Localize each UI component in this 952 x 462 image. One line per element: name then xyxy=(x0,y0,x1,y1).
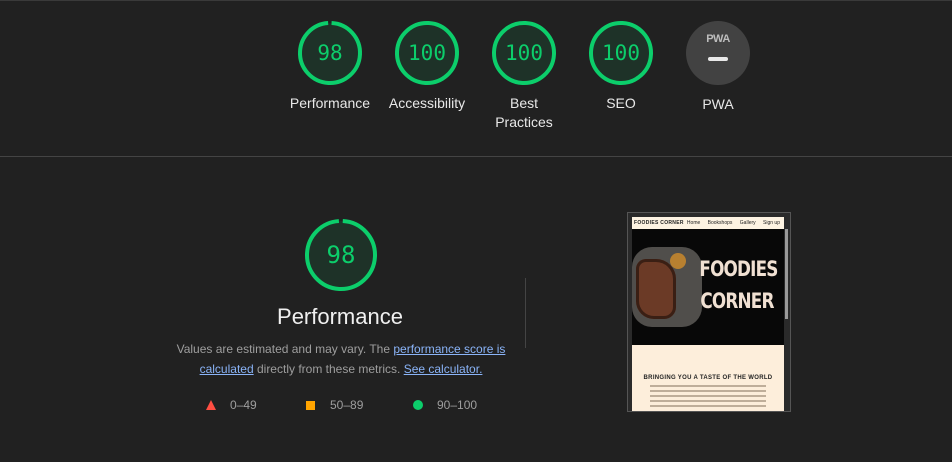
gauge-ring: 100 xyxy=(588,20,654,86)
section-divider xyxy=(0,156,952,157)
gauge-label: PWA xyxy=(702,96,734,112)
legend-range: 0–49 xyxy=(230,398,257,412)
circle-icon xyxy=(413,400,423,410)
gauge-ring: 98 xyxy=(297,20,363,86)
thumbnail-scrollbar xyxy=(785,229,788,319)
vertical-separator xyxy=(525,278,526,348)
text-line xyxy=(650,400,766,402)
gauge-pwa[interactable]: PWA PWA xyxy=(663,20,773,114)
thumbnail-body: BRINGING YOU A TASTE OF THE WORLD xyxy=(632,345,784,411)
description-text: directly from these metrics. xyxy=(253,362,404,376)
gauge-score: 98 xyxy=(317,41,343,65)
gauge-score: 100 xyxy=(408,41,446,65)
square-icon xyxy=(306,401,315,410)
legend-range: 50–89 xyxy=(330,398,364,412)
performance-score: 98 xyxy=(326,241,356,269)
gauge-label: Performance xyxy=(289,95,371,111)
triangle-icon xyxy=(206,400,216,410)
bowl-image xyxy=(670,253,686,269)
text-line xyxy=(650,390,766,392)
legend-range: 90–100 xyxy=(437,398,478,412)
gauge-label: SEO xyxy=(606,95,636,111)
description-text: Values are estimated and may vary. The xyxy=(176,342,394,356)
thumbnail-navbar: FOODIES CORNER Home Bookshops Gallery Si… xyxy=(632,217,784,229)
see-calculator-link[interactable]: See calculator. xyxy=(404,362,483,376)
performance-gauge: 98 xyxy=(304,218,378,292)
text-line xyxy=(650,385,766,387)
text-line xyxy=(650,405,766,407)
final-screenshot-thumbnail[interactable]: FOODIES CORNER Home Bookshops Gallery Si… xyxy=(627,212,791,412)
gauge-score: 100 xyxy=(505,41,543,65)
thumbnail-nav-link: Sign up xyxy=(763,220,780,226)
gauge-accessibility[interactable]: 100 Accessibility xyxy=(372,20,482,113)
thumbnail-brand: FOODIES CORNER xyxy=(634,220,684,226)
gauge-seo[interactable]: 100 SEO xyxy=(566,20,676,113)
pwa-badge: PWA xyxy=(685,21,751,87)
performance-description: Values are estimated and may vary. The p… xyxy=(168,339,514,379)
performance-title: Performance xyxy=(277,304,403,329)
thumbnail-nav-link: Gallery xyxy=(739,220,756,226)
thumbnail-nav-links: Home Bookshops Gallery Sign up xyxy=(681,220,780,226)
gauge-ring: 100 xyxy=(491,20,557,86)
top-border xyxy=(0,0,952,1)
pwa-dash-icon xyxy=(708,57,728,61)
gauge-best-practices[interactable]: 100 Best Practices xyxy=(469,20,579,132)
gauge-label: Accessibility xyxy=(388,95,466,111)
thumbnail-nav-link: Bookshops xyxy=(707,220,733,226)
steak-image xyxy=(636,259,676,319)
pwa-badge-text: PWA xyxy=(706,33,730,45)
text-line xyxy=(650,395,766,397)
thumbnail-nav-link: Home xyxy=(686,220,701,226)
gauge-score: 100 xyxy=(602,41,640,65)
gauge-label: Best Practices xyxy=(495,95,553,130)
thumbnail-hero: FOODIES CORNER xyxy=(632,229,784,345)
gauge-performance[interactable]: 98 Performance xyxy=(275,20,385,113)
hero-title-line2: CORNER xyxy=(700,289,774,313)
thumbnail-heading: BRINGING YOU A TASTE OF THE WORLD xyxy=(643,375,773,381)
pwa-icon: PWA xyxy=(686,21,750,85)
gauge-ring: 100 xyxy=(394,20,460,86)
hero-title-line1: FOODIES xyxy=(699,257,778,281)
